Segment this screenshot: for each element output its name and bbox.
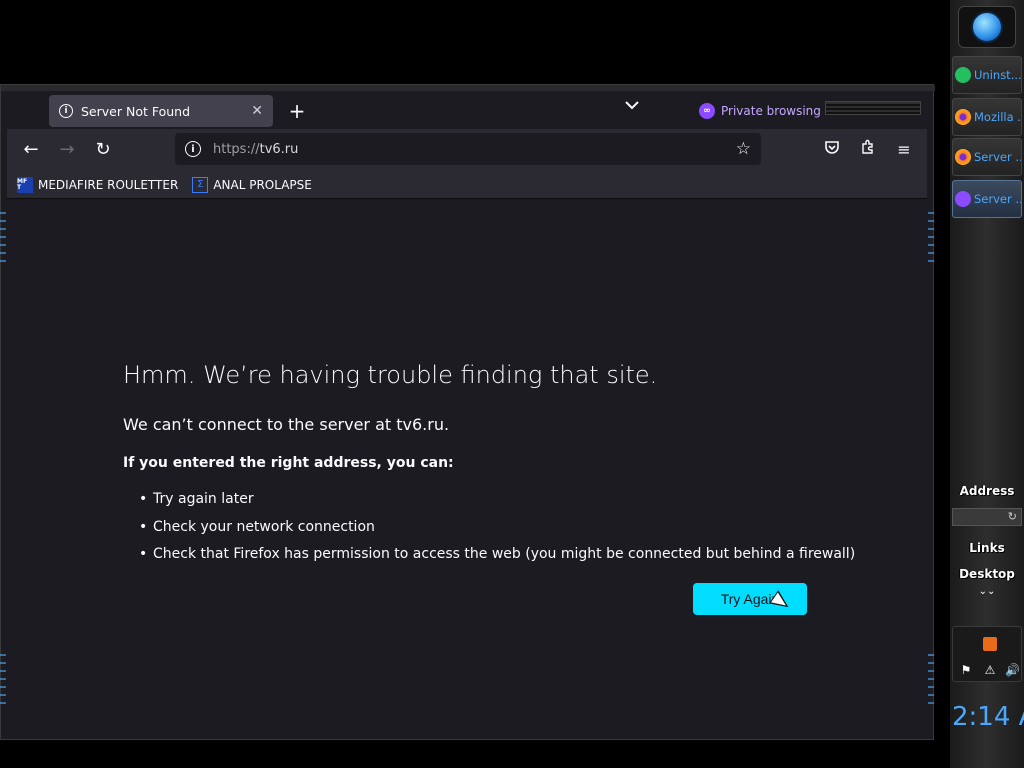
bookmarks-toolbar: MF T MEDIAFIRE ROULETTER Σ ANAL PROLAPSE: [7, 171, 927, 199]
taskbar-item-label: Mozilla ...: [974, 110, 1021, 124]
system-tray: ⚑ ⚠ 🔊: [952, 626, 1022, 682]
pocket-icon[interactable]: [819, 137, 845, 163]
url-bar[interactable]: i https://tv6.ru ☆: [175, 133, 761, 165]
error-subtitle: We can’t connect to the server at tv6.ru…: [123, 415, 450, 434]
tray-app-icon[interactable]: [983, 637, 997, 651]
window-resize-handle[interactable]: [928, 654, 934, 704]
flag-icon[interactable]: ⚑: [959, 663, 973, 677]
tab-bar: i Server Not Found ✕ + ∞ Private browsin…: [7, 91, 927, 129]
list-item: Try again later: [139, 489, 855, 517]
taskbar: Uninst... Mozilla ... Server ... Server …: [950, 0, 1024, 768]
info-icon: i: [59, 104, 73, 118]
firefox-icon: [955, 109, 971, 125]
bookmark-mediafire-rouletter[interactable]: MF T MEDIAFIRE ROULETTER: [17, 176, 179, 193]
tab-list-chevron-icon[interactable]: [625, 98, 639, 114]
site-info-icon[interactable]: i: [185, 141, 201, 157]
close-tab-icon[interactable]: ✕: [251, 103, 263, 119]
address-input[interactable]: ↻: [952, 508, 1022, 526]
window-resize-handle[interactable]: [0, 654, 6, 704]
new-tab-button[interactable]: +: [285, 97, 309, 125]
window-resize-handle[interactable]: [0, 212, 6, 262]
refresh-icon[interactable]: ↻: [1008, 510, 1017, 523]
sigma-favicon-icon: Σ: [192, 176, 209, 193]
bookmark-anal-prolapse[interactable]: Σ ANAL PROLAPSE: [192, 176, 312, 193]
bookmark-label: ANAL PROLAPSE: [213, 177, 312, 192]
start-button[interactable]: [958, 6, 1016, 48]
forward-button[interactable]: →: [53, 137, 81, 163]
taskbar-item-label: Server ...: [974, 150, 1022, 164]
taskbar-item-label: Server ...: [974, 192, 1022, 206]
firefox-icon: [955, 149, 971, 165]
back-button[interactable]: ←: [17, 137, 45, 163]
links-toolbar-label[interactable]: Links: [950, 541, 1024, 555]
tab-server-not-found[interactable]: i Server Not Found ✕: [49, 95, 273, 127]
error-page: Hmm. We’re having trouble finding that s…: [7, 199, 927, 735]
private-mask-icon: [955, 191, 971, 207]
browser-window: i Server Not Found ✕ + ∞ Private browsin…: [0, 84, 935, 740]
error-hint: If you entered the right address, you ca…: [123, 455, 454, 471]
private-browsing-indicator: ∞ Private browsing: [699, 103, 821, 119]
start-orb-icon: [971, 11, 1003, 43]
suggestion-list: Try again later Check your network conne…: [139, 489, 855, 572]
reload-button[interactable]: ↻: [89, 137, 117, 163]
list-item: Check that Firefox has permission to acc…: [139, 544, 855, 572]
bookmark-label: MEDIAFIRE ROULETTER: [38, 177, 179, 192]
clock[interactable]: 2:14 A: [952, 702, 1024, 732]
desktop-toolbar-label[interactable]: Desktop: [950, 567, 1024, 581]
chevron-down-icon[interactable]: ⌄⌄: [950, 586, 1024, 597]
network-warning-icon[interactable]: ⚠: [983, 663, 997, 677]
private-mask-icon: ∞: [699, 103, 715, 119]
taskbar-item-label: Uninst...: [974, 68, 1022, 82]
taskbar-item-mozilla[interactable]: Mozilla ...: [952, 98, 1022, 136]
tab-title: Server Not Found: [81, 103, 191, 119]
bookmark-star-icon[interactable]: ☆: [736, 139, 751, 159]
extensions-icon[interactable]: [855, 137, 881, 163]
error-title: Hmm. We’re having trouble finding that s…: [123, 361, 658, 389]
private-browsing-label: Private browsing: [721, 104, 821, 118]
window-resize-handle[interactable]: [928, 212, 934, 262]
menu-icon[interactable]: ≡: [891, 137, 917, 163]
list-item: Check your network connection: [139, 517, 855, 545]
taskbar-item-server[interactable]: Server ...: [952, 138, 1022, 176]
mediafire-favicon-icon: MF T: [17, 176, 33, 193]
taskbar-item-uninstall[interactable]: Uninst...: [952, 56, 1022, 94]
taskbar-item-server-private[interactable]: Server ...: [952, 180, 1022, 218]
volume-icon[interactable]: 🔊: [1005, 663, 1020, 677]
green-app-icon: [955, 67, 971, 83]
url-text[interactable]: https://tv6.ru: [213, 142, 736, 157]
window-controls-strip[interactable]: [825, 101, 921, 115]
navigation-toolbar: ← → ↻ i https://tv6.ru ☆ ≡: [7, 129, 927, 171]
address-toolbar-label: Address: [959, 484, 1015, 498]
